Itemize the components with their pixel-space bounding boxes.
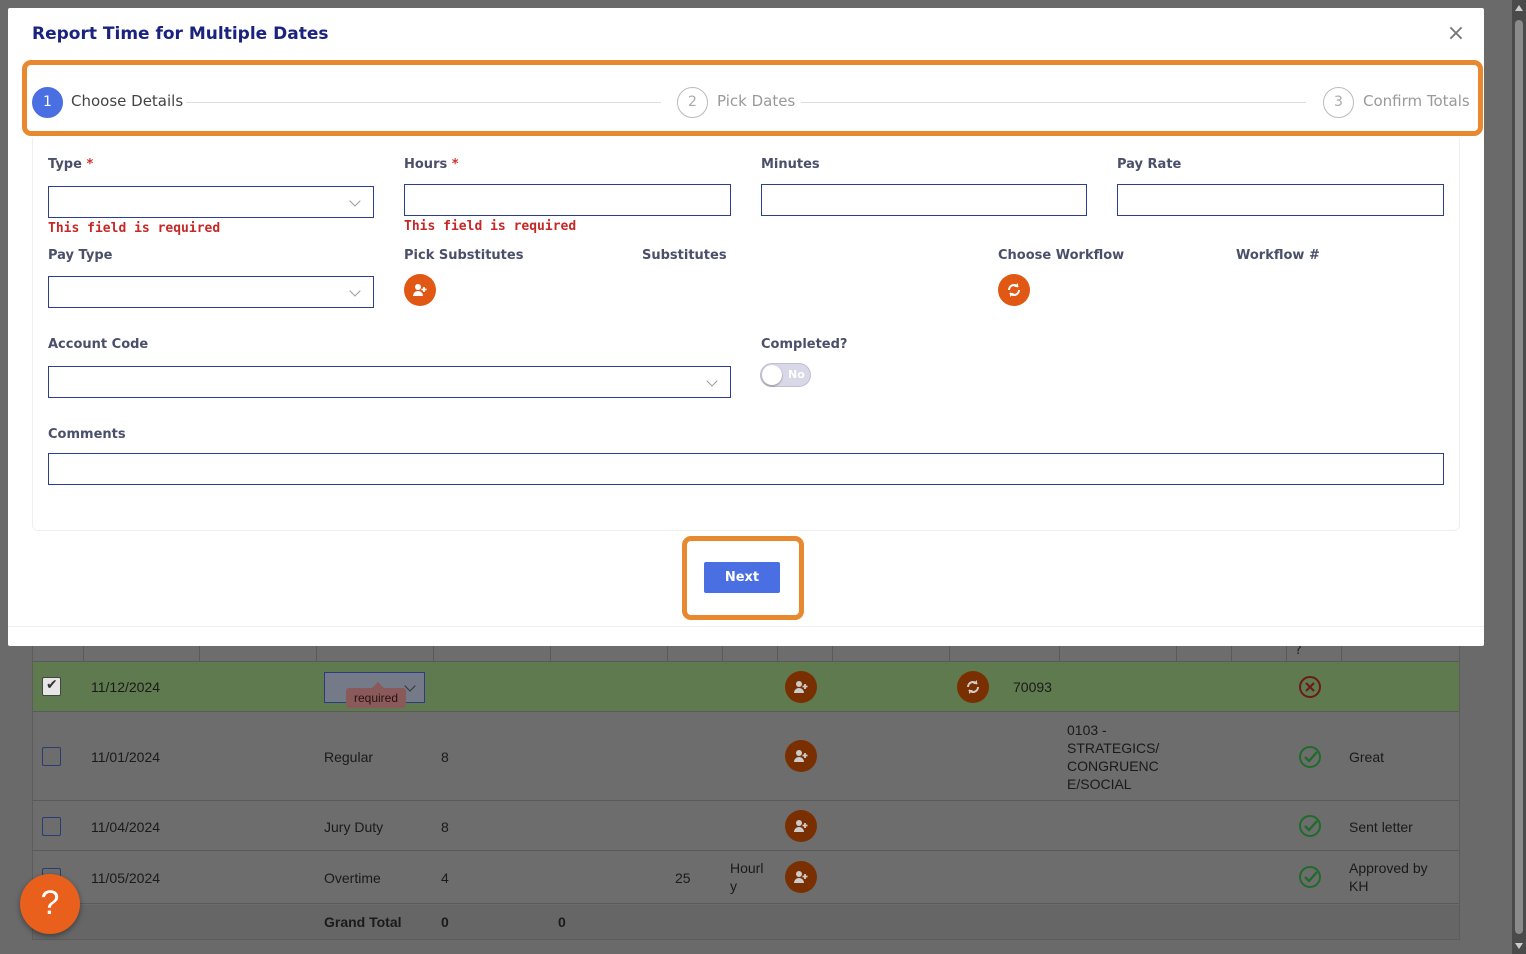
step-number: 2 [677, 87, 708, 118]
account-code-select[interactable] [48, 366, 731, 398]
hours-input[interactable] [404, 184, 731, 216]
row-date: 11/01/2024 [91, 749, 161, 765]
completed-label: Completed? [761, 337, 848, 352]
modal-title: Report Time for Multiple Dates [32, 24, 329, 44]
row-account-line: STRATEGICS/ [1067, 740, 1160, 756]
row-comment-line: KH [1349, 878, 1369, 894]
next-button[interactable]: Next [704, 562, 780, 593]
row-hours: 4 [441, 870, 449, 886]
pay-rate-input[interactable] [1117, 184, 1444, 216]
grand-total-row: Grand Total 0 0 [33, 905, 1459, 939]
row-date: 11/12/2024 [91, 679, 161, 695]
table-row[interactable]: 11/01/2024 Regular 8 0103 - STRATEGICS/ … [33, 713, 1459, 801]
pick-substitute-icon[interactable] [785, 861, 817, 893]
refresh-workflow-icon[interactable] [957, 671, 989, 703]
step-connector [801, 102, 1306, 103]
completed-toggle[interactable]: No [760, 363, 811, 387]
pay-type-label: Pay Type [48, 248, 113, 263]
step-number: 3 [1323, 87, 1354, 118]
table-row[interactable]: 11/12/2024 70093 [33, 662, 1459, 712]
scroll-thumb[interactable] [1515, 20, 1523, 934]
hours-label: Hours * [404, 157, 459, 172]
pay-type-select[interactable] [48, 276, 374, 308]
row-pay-type-line: y [730, 878, 737, 894]
help-button[interactable]: ? [20, 874, 80, 934]
step-connector [186, 102, 661, 103]
row-comment-line: Approved by [1349, 860, 1428, 876]
pick-substitute-icon[interactable] [785, 671, 817, 703]
row-checkbox[interactable] [42, 677, 61, 696]
table-row[interactable]: 11/04/2024 Jury Duty 8 Sent letter [33, 802, 1459, 851]
scroll-down-arrow[interactable] [1515, 943, 1523, 949]
modal-footer-divider [8, 626, 1484, 627]
row-type: Regular [324, 749, 374, 765]
row-comment: Great [1349, 749, 1385, 765]
page-scrollbar[interactable] [1512, 0, 1526, 954]
pick-substitute-icon[interactable] [785, 740, 817, 772]
toggle-knob [762, 365, 782, 385]
row-checkbox[interactable] [42, 817, 61, 836]
comments-input[interactable] [48, 453, 1444, 485]
required-tooltip: required [346, 682, 407, 708]
row-pay-type-line: Hourl [730, 860, 764, 876]
comments-label: Comments [48, 427, 126, 442]
pick-substitutes-button[interactable] [404, 274, 436, 306]
row-type: Overtime [324, 870, 381, 886]
type-select[interactable] [48, 186, 374, 218]
table-row[interactable]: 11/05/2024 Overtime 4 25 Hourl y Approve… [33, 852, 1459, 904]
row-account-line: CONGRUENC [1067, 758, 1159, 774]
refresh-icon [1008, 283, 1020, 297]
grand-total-hours: 0 [441, 914, 449, 930]
account-code-label: Account Code [48, 337, 149, 352]
row-hours: 8 [441, 749, 449, 765]
grand-total-minutes: 0 [558, 914, 566, 930]
type-label: Type * [48, 157, 94, 172]
row-hours: 8 [441, 819, 449, 835]
row-date: 11/04/2024 [91, 819, 161, 835]
step-label: Confirm Totals [1363, 92, 1470, 110]
pay-rate-label: Pay Rate [1117, 157, 1182, 172]
workflow-number-label: Workflow # [1236, 248, 1320, 263]
minutes-label: Minutes [761, 157, 820, 172]
check-status-icon [1299, 815, 1321, 837]
type-error: This field is required [48, 221, 221, 236]
row-type: Jury Duty [324, 819, 384, 835]
row-date: 11/05/2024 [91, 870, 161, 886]
toggle-text: No [788, 368, 805, 381]
time-entries-table: ? 11/12/2024 70093 required 11/01/2024 R… [32, 630, 1460, 940]
add-person-icon [413, 284, 427, 296]
error-status-icon [1299, 676, 1321, 698]
row-account-line: E/SOCIAL [1067, 776, 1132, 792]
row-workflow: 70093 [1013, 679, 1052, 695]
close-icon[interactable]: × [1446, 22, 1466, 46]
step-number: 1 [32, 87, 63, 118]
pick-substitute-icon[interactable] [785, 810, 817, 842]
check-status-icon [1299, 866, 1321, 888]
report-time-modal: Report Time for Multiple Dates × 1 Choos… [8, 8, 1484, 646]
grand-total-label: Grand Total [324, 914, 402, 930]
substitutes-label: Substitutes [642, 248, 727, 263]
row-checkbox[interactable] [42, 747, 61, 766]
step-label: Choose Details [71, 92, 184, 110]
row-comment: Sent letter [1349, 819, 1413, 835]
choose-workflow-button[interactable] [998, 274, 1030, 306]
step-label: Pick Dates [717, 92, 796, 110]
row-rate: 25 [675, 870, 691, 886]
hours-error: This field is required [404, 219, 577, 234]
pick-substitutes-label: Pick Substitutes [404, 248, 524, 263]
check-status-icon [1299, 746, 1321, 768]
scroll-up-arrow[interactable] [1515, 5, 1523, 11]
row-account-line: 0103 - [1067, 722, 1107, 738]
minutes-input[interactable] [761, 184, 1087, 216]
choose-workflow-label: Choose Workflow [998, 248, 1125, 263]
